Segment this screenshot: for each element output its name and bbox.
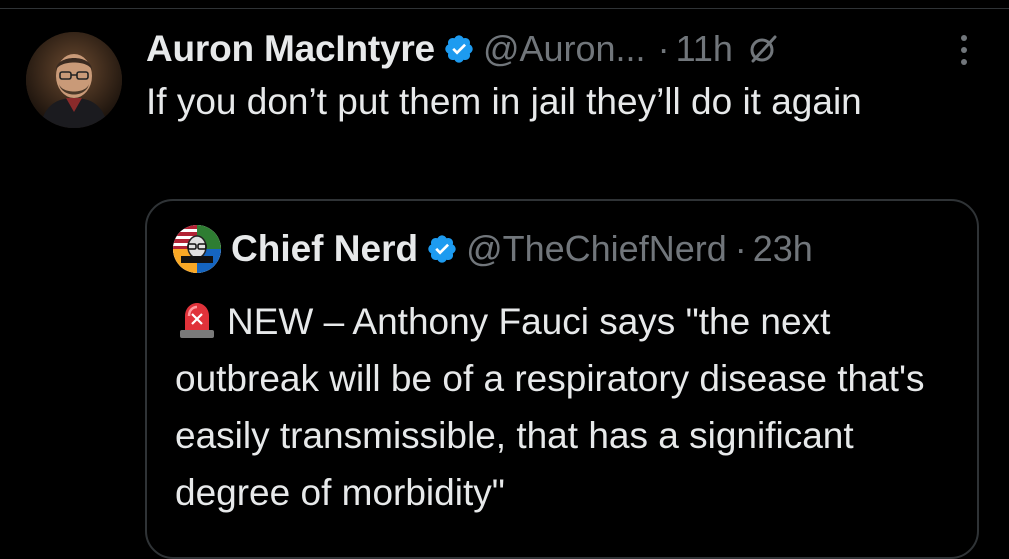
siren-icon: [175, 299, 219, 339]
top-divider: [0, 8, 1009, 9]
author-name[interactable]: Auron MacIntyre: [146, 28, 435, 70]
tweet-timestamp[interactable]: 11h: [676, 28, 733, 70]
quoted-timestamp[interactable]: 23h: [753, 228, 813, 270]
quoted-tweet-text: NEW – Anthony Fauci says "the next outbr…: [175, 293, 965, 521]
quoted-tweet-header: Chief Nerd @TheChiefNerd · 23h: [173, 223, 813, 275]
chief-nerd-logo-icon[interactable]: [173, 225, 221, 273]
author-avatar[interactable]: [26, 32, 122, 128]
quoted-author-handle[interactable]: @TheChiefNerd: [466, 228, 727, 270]
quoted-tweet-card[interactable]: Chief Nerd @TheChiefNerd · 23h NEW – Ant…: [145, 199, 979, 559]
tweet-text: If you don’t put them in jail they’ll do…: [146, 81, 862, 122]
header-separator: ·: [657, 28, 670, 69]
person-avatar-icon: [26, 32, 122, 128]
quoted-header-separator: ·: [734, 228, 747, 269]
more-options-icon: [961, 35, 967, 65]
tweet-header: Auron MacIntyre @Auron... · 11h: [146, 24, 779, 74]
quoted-verified-badge-icon[interactable]: [426, 233, 458, 265]
author-handle[interactable]: @Auron...: [483, 28, 646, 70]
quoted-author-name[interactable]: Chief Nerd: [231, 228, 418, 270]
more-options-button[interactable]: [944, 30, 984, 70]
grok-icon[interactable]: [747, 33, 779, 65]
quoted-tweet-body: NEW – Anthony Fauci says "the next outbr…: [175, 301, 925, 513]
verified-badge-icon[interactable]: [443, 33, 475, 65]
